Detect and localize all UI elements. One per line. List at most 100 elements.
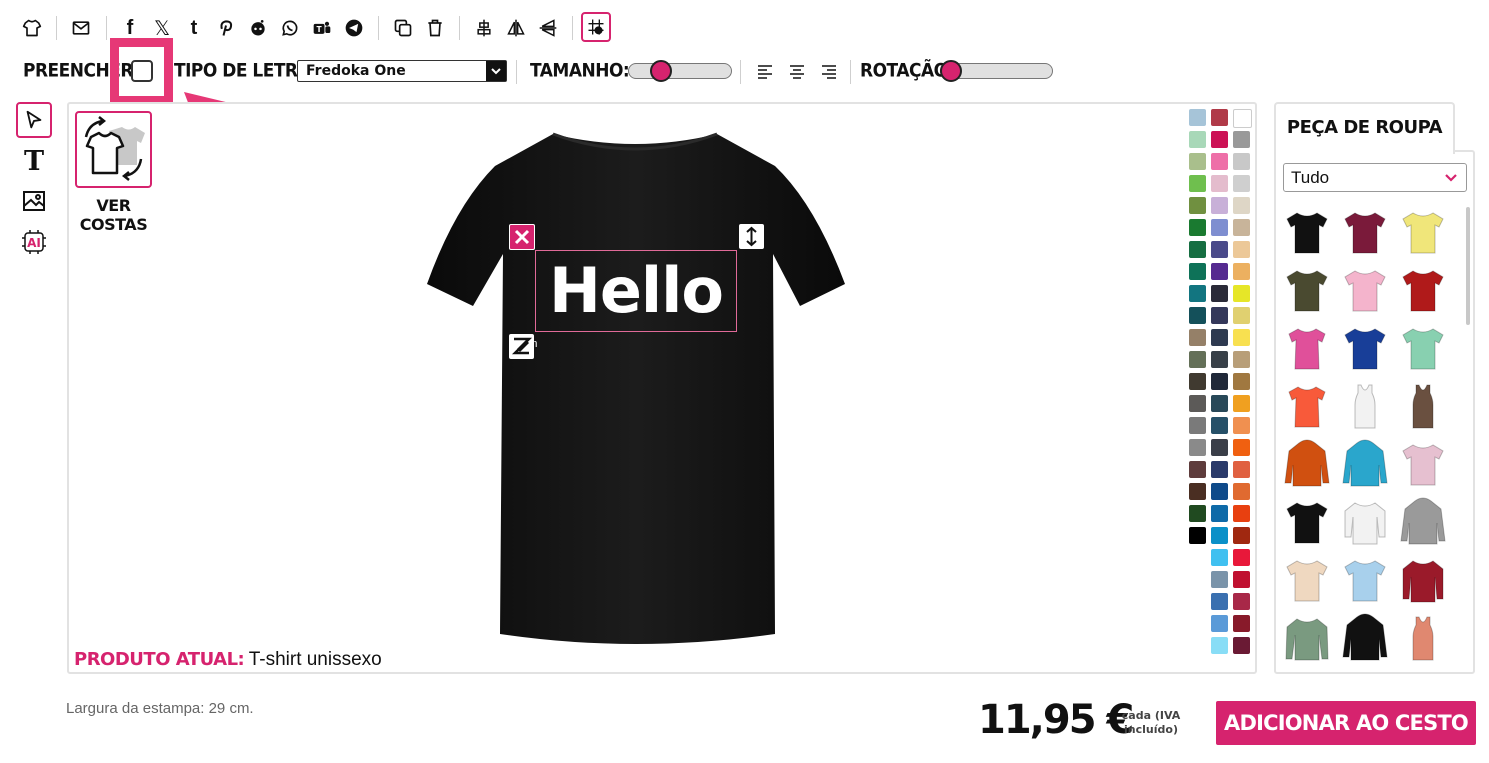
garment-item[interactable] xyxy=(1283,613,1331,665)
color-swatch[interactable] xyxy=(1233,505,1250,522)
color-swatch[interactable] xyxy=(1189,483,1206,500)
color-swatch[interactable] xyxy=(1211,637,1228,654)
color-swatch[interactable] xyxy=(1189,263,1206,280)
color-swatch[interactable] xyxy=(1211,219,1228,236)
align-text-center-icon[interactable] xyxy=(784,60,810,84)
pinterest-icon[interactable] xyxy=(213,16,239,40)
color-swatch[interactable] xyxy=(1211,615,1228,632)
color-swatch[interactable] xyxy=(1211,329,1228,346)
color-swatch[interactable] xyxy=(1211,505,1228,522)
color-swatch[interactable] xyxy=(1233,175,1250,192)
garment-item[interactable] xyxy=(1341,207,1389,259)
align-center-icon[interactable] xyxy=(471,16,497,40)
garment-item[interactable] xyxy=(1341,613,1389,665)
color-swatch[interactable] xyxy=(1189,351,1206,368)
edit-design-icon[interactable] xyxy=(509,334,534,359)
color-swatch[interactable] xyxy=(1233,571,1250,588)
rotation-slider-handle[interactable] xyxy=(940,60,962,82)
garment-item[interactable] xyxy=(1399,323,1447,375)
color-swatch[interactable] xyxy=(1189,175,1206,192)
design-canvas[interactable]: VER COSTAS 29cm Hello PRODUTO ATUAL: T-s… xyxy=(67,102,1257,674)
garment-item[interactable] xyxy=(1283,555,1331,607)
color-swatch[interactable] xyxy=(1211,241,1228,258)
color-swatch[interactable] xyxy=(1211,109,1228,126)
color-swatch[interactable] xyxy=(1189,439,1206,456)
color-swatch[interactable] xyxy=(1211,483,1228,500)
garment-item[interactable] xyxy=(1283,439,1331,491)
color-swatch[interactable] xyxy=(1211,351,1228,368)
garment-item[interactable] xyxy=(1283,381,1331,433)
color-swatch[interactable] xyxy=(1233,527,1250,544)
garment-item[interactable] xyxy=(1399,381,1447,433)
color-swatch[interactable] xyxy=(1189,109,1206,126)
color-swatch[interactable] xyxy=(1189,197,1206,214)
select-tool-icon[interactable] xyxy=(16,102,52,138)
garment-item[interactable] xyxy=(1399,555,1447,607)
garment-item[interactable] xyxy=(1399,497,1447,549)
color-swatch[interactable] xyxy=(1189,131,1206,148)
color-swatch[interactable] xyxy=(1211,593,1228,610)
add-to-cart-button[interactable]: ADICIONAR AO CESTO xyxy=(1216,701,1476,745)
align-left-icon[interactable] xyxy=(752,60,778,84)
garment-item[interactable] xyxy=(1341,265,1389,317)
color-swatch[interactable] xyxy=(1233,329,1250,346)
color-swatch[interactable] xyxy=(1211,439,1228,456)
grid-snap-icon[interactable] xyxy=(581,12,611,42)
color-swatch[interactable] xyxy=(1211,571,1228,588)
garment-item[interactable] xyxy=(1283,497,1331,549)
chevron-down-icon[interactable] xyxy=(486,61,506,81)
reddit-icon[interactable] xyxy=(245,16,271,40)
garment-item[interactable] xyxy=(1399,439,1447,491)
color-swatch[interactable] xyxy=(1211,197,1228,214)
design-text-box[interactable]: Hello xyxy=(535,250,737,332)
garment-item[interactable] xyxy=(1341,323,1389,375)
garment-item[interactable] xyxy=(1283,207,1331,259)
size-slider[interactable] xyxy=(628,63,732,79)
color-swatch[interactable] xyxy=(1233,615,1250,632)
color-swatch[interactable] xyxy=(1189,219,1206,236)
image-tool-icon[interactable] xyxy=(22,189,46,213)
flip-horizontal-icon[interactable] xyxy=(503,16,529,40)
garment-item[interactable] xyxy=(1341,555,1389,607)
color-swatch[interactable] xyxy=(1233,549,1250,566)
color-swatch[interactable] xyxy=(1211,131,1228,148)
color-swatch[interactable] xyxy=(1233,439,1250,456)
garment-item[interactable] xyxy=(1341,497,1389,549)
facebook-icon[interactable]: f xyxy=(117,16,143,40)
trash-icon[interactable] xyxy=(422,16,448,40)
color-swatch[interactable] xyxy=(1233,153,1250,170)
color-swatch[interactable] xyxy=(1189,505,1206,522)
telegram-icon[interactable] xyxy=(341,16,367,40)
color-swatch[interactable] xyxy=(1233,241,1250,258)
color-swatch[interactable] xyxy=(1189,307,1206,324)
color-swatch[interactable] xyxy=(1233,109,1252,128)
color-swatch[interactable] xyxy=(1211,263,1228,280)
teams-icon[interactable]: T xyxy=(309,16,335,40)
color-swatch[interactable] xyxy=(1233,263,1250,280)
color-swatch[interactable] xyxy=(1189,373,1206,390)
text-tool-icon[interactable]: T xyxy=(20,146,48,177)
tab-garment[interactable]: PEÇA DE ROUPA xyxy=(1274,102,1455,154)
whatsapp-icon[interactable] xyxy=(277,16,303,40)
color-swatch[interactable] xyxy=(1189,461,1206,478)
garment-item[interactable] xyxy=(1399,613,1447,665)
color-swatch[interactable] xyxy=(1211,153,1228,170)
x-twitter-icon[interactable]: 𝕏 xyxy=(149,16,175,40)
color-swatch[interactable] xyxy=(1233,483,1250,500)
color-swatch[interactable] xyxy=(1233,593,1250,610)
garment-item[interactable] xyxy=(1399,207,1447,259)
color-swatch[interactable] xyxy=(1189,417,1206,434)
email-icon[interactable] xyxy=(68,16,94,40)
color-swatch[interactable] xyxy=(1233,219,1250,236)
color-swatch[interactable] xyxy=(1233,351,1250,368)
color-swatch[interactable] xyxy=(1233,373,1250,390)
color-swatch[interactable] xyxy=(1189,329,1206,346)
color-swatch[interactable] xyxy=(1189,241,1206,258)
color-swatch[interactable] xyxy=(1211,307,1228,324)
garment-item[interactable] xyxy=(1341,381,1389,433)
color-swatch[interactable] xyxy=(1233,461,1250,478)
color-swatch[interactable] xyxy=(1233,417,1250,434)
scrollbar[interactable] xyxy=(1466,207,1470,325)
garment-item[interactable] xyxy=(1283,265,1331,317)
color-swatch[interactable] xyxy=(1233,395,1250,412)
